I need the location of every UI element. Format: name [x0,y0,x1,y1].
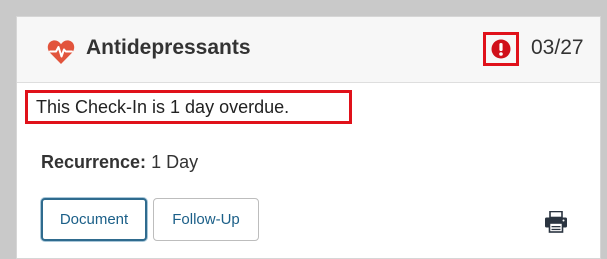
document-button[interactable]: Document [41,198,147,241]
checkin-date: 03/27 [531,36,584,59]
overdue-message: This Check-In is 1 day overdue. [25,90,352,124]
screenshot-frame: Antidepressants 03/27 This Check-In is 1… [0,0,607,259]
checkin-card: Antidepressants 03/27 This Check-In is 1… [16,16,601,259]
card-title: Antidepressants [86,36,251,59]
follow-up-button[interactable]: Follow-Up [153,198,259,241]
card-header: Antidepressants 03/27 [17,17,600,83]
printer-icon[interactable] [544,210,568,233]
recurrence-info: Recurrence: 1 Day [41,152,198,173]
recurrence-label: Recurrence: [41,152,147,172]
recurrence-value: 1 Day [151,152,199,172]
overdue-alert-indicator [483,32,519,66]
exclamation-circle-icon [491,39,511,59]
heart-pulse-icon [47,39,75,65]
